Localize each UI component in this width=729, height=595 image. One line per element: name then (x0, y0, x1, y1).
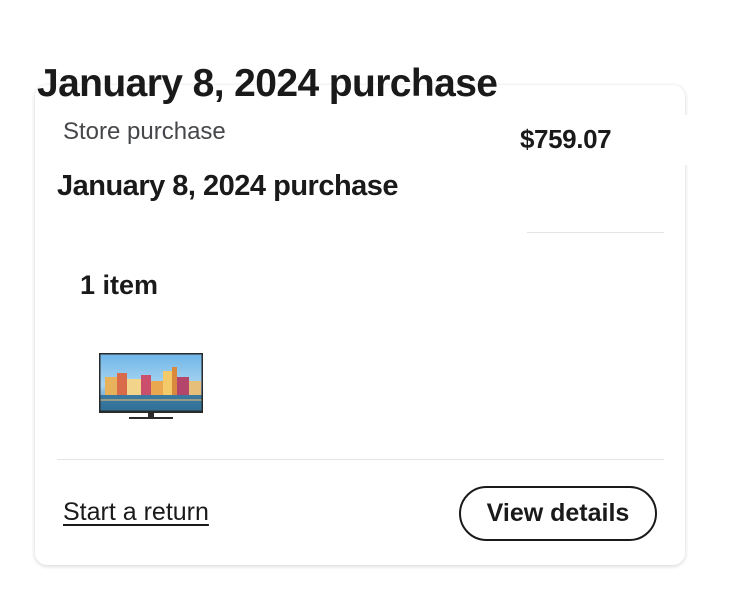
start-return-link[interactable]: Start a return (63, 498, 209, 527)
divider (57, 459, 664, 460)
view-details-button[interactable]: View details (459, 486, 657, 541)
divider (527, 232, 664, 233)
purchase-type-label: Store purchase (63, 118, 226, 145)
item-count: 1 item (80, 270, 159, 300)
order-total: $759.07 (520, 124, 612, 154)
tv-icon[interactable] (99, 353, 203, 421)
order-title: January 8, 2024 purchase (57, 170, 399, 202)
page-title: January 8, 2024 purchase (37, 62, 498, 105)
